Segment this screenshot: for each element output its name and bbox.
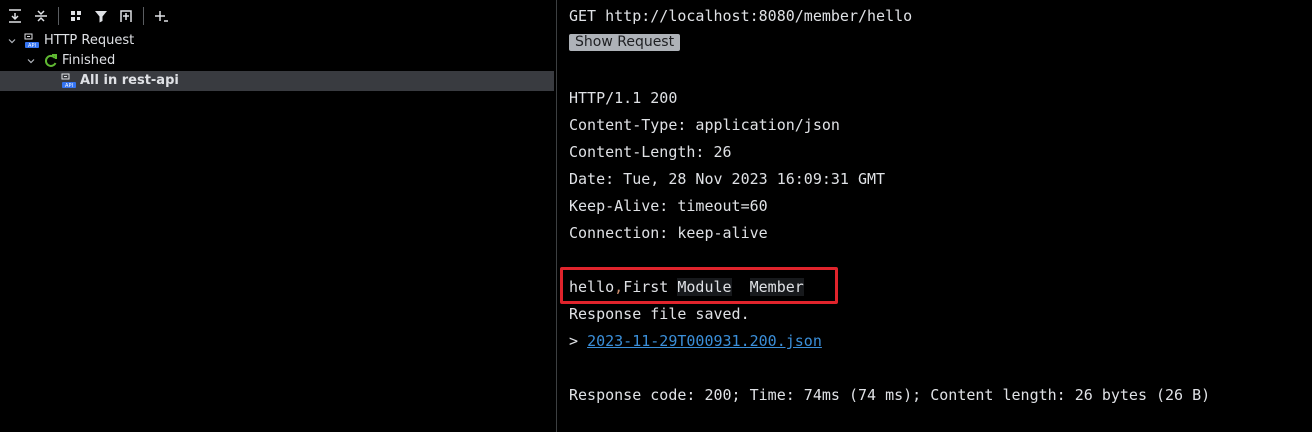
tree-item-all-in-rest-api[interactable]: API All in rest-api <box>0 71 554 91</box>
tree-item-http-request[interactable]: API HTTP Request <box>0 31 554 51</box>
chevron-down-icon[interactable] <box>6 31 18 51</box>
response-header: Date: Tue, 28 Nov 2023 16:09:31 GMT <box>569 170 886 188</box>
api-icon: API <box>24 33 40 49</box>
show-request-button[interactable]: Show Request <box>569 34 681 51</box>
tree-item-label: HTTP Request <box>44 33 135 48</box>
response-header: Content-Length: 26 <box>569 143 732 161</box>
api-icon: API <box>61 73 77 89</box>
group-icon[interactable] <box>67 7 85 25</box>
response-header: Keep-Alive: timeout=60 <box>569 197 768 215</box>
toolbar-separator <box>58 7 59 25</box>
response-header: Connection: keep-alive <box>569 224 768 242</box>
svg-text:API: API <box>65 83 73 89</box>
tree-item-label: All in rest-api <box>80 73 179 88</box>
filter-icon[interactable] <box>92 7 110 25</box>
body-token-highlight: Member <box>749 278 804 296</box>
toolbar-separator <box>143 7 144 25</box>
rerun-icon <box>43 53 59 69</box>
body-token: hello <box>569 278 615 296</box>
tree-item-label: Finished <box>62 53 116 68</box>
response-header: Content-Type: application/json <box>569 116 840 134</box>
body-token: First <box>623 278 669 296</box>
tree-item-finished[interactable]: Finished <box>0 51 554 71</box>
collapse-all-icon[interactable] <box>32 7 50 25</box>
body-comma: , <box>614 278 624 296</box>
response-summary: Response code: 200; Time: 74ms (74 ms); … <box>569 386 1211 404</box>
add-icon[interactable] <box>152 7 170 25</box>
expand-all-icon[interactable] <box>6 7 24 25</box>
file-prefix: > <box>569 332 588 350</box>
request-line: GET http://localhost:8080/member/hello <box>569 7 913 25</box>
tree-toolbar <box>0 0 556 32</box>
file-link-line: > 2023-11-29T000931.200.json <box>569 331 822 351</box>
status-line: HTTP/1.1 200 <box>569 89 678 107</box>
response-panel: GET http://localhost:8080/member/hello S… <box>557 0 1312 432</box>
chevron-down-icon[interactable] <box>25 51 37 71</box>
body-token-highlight: Module <box>677 278 732 296</box>
saved-message: Response file saved. <box>569 305 750 323</box>
export-icon[interactable] <box>117 7 135 25</box>
response-body: hello,First Module Member <box>569 277 804 297</box>
svg-text:API: API <box>28 43 36 49</box>
request-tree-panel: API HTTP Request Finished API All in res… <box>0 0 556 432</box>
response-file-link[interactable]: 2023-11-29T000931.200.json <box>587 332 822 350</box>
